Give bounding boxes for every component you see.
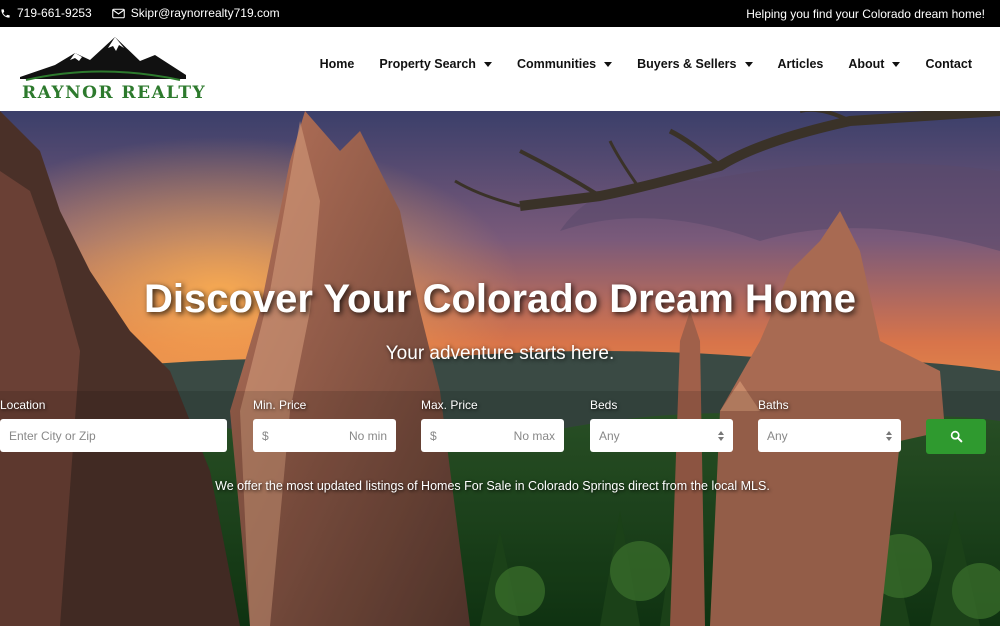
hero-title: Discover Your Colorado Dream Home	[143, 277, 857, 321]
select-arrows-icon	[718, 430, 724, 441]
select-arrows-icon	[886, 430, 892, 441]
hero-subtitle: Your adventure starts here.	[385, 343, 615, 364]
max-price-input[interactable]: $ No max	[421, 419, 564, 452]
caret-down-icon	[744, 61, 753, 67]
nav-home[interactable]: Home	[320, 57, 355, 71]
beds-select[interactable]: Any	[590, 419, 733, 452]
nav-label: About	[848, 57, 885, 71]
email-link[interactable]: Skipr@raynorrealty719.com	[111, 6, 280, 20]
max-price-placeholder: No max	[513, 428, 555, 443]
nav-property-search[interactable]: Property Search	[379, 57, 492, 71]
tagline: Helping you find your Colorado dream hom…	[746, 7, 985, 21]
min-price-placeholder: No min	[348, 428, 387, 443]
nav-about[interactable]: About	[848, 57, 901, 71]
phone-link[interactable]: 719-661-9253	[0, 6, 92, 20]
search-button[interactable]	[926, 419, 986, 454]
dollar-prefix: $	[262, 428, 269, 443]
logo-text: RAYNOR REALTY	[22, 83, 207, 103]
beds-label: Beds	[590, 398, 618, 412]
caret-down-icon	[483, 61, 492, 67]
hero-background-image	[0, 111, 1000, 626]
caret-down-icon	[604, 61, 613, 67]
phone-icon	[1, 8, 10, 18]
nav-label: Communities	[516, 57, 597, 71]
baths-value: Any	[767, 428, 788, 443]
phone-number: 719-661-9253	[17, 6, 92, 20]
nav-buyers-sellers[interactable]: Buyers & Sellers	[637, 57, 753, 71]
min-price-label: Min. Price	[253, 398, 307, 412]
caret-down-icon	[892, 61, 901, 67]
top-contact-bar: 719-661-9253 Skipr@raynorrealty719.com H…	[0, 0, 1000, 27]
email-address: Skipr@raynorrealty719.com	[130, 6, 280, 20]
baths-label: Baths	[758, 398, 789, 412]
site-header: RAYNOR REALTY Home Property Search Commu…	[0, 27, 1000, 111]
hero-section: Discover Your Colorado Dream Home Your a…	[0, 111, 1000, 626]
nav-contact[interactable]: Contact	[925, 57, 972, 71]
max-price-label: Max. Price	[421, 398, 478, 412]
nav-label: Articles	[777, 57, 824, 71]
search-icon	[950, 430, 962, 443]
listings-note: We offer the most updated listings of Ho…	[215, 479, 770, 493]
nav-communities[interactable]: Communities	[516, 57, 613, 71]
location-placeholder: Enter City or Zip	[9, 428, 96, 443]
nav-articles[interactable]: Articles	[778, 57, 824, 71]
min-price-input[interactable]: $ No min	[253, 419, 396, 452]
mountain-logo-icon	[20, 37, 186, 81]
nav-label: Home	[319, 57, 355, 71]
contact-info: 719-661-9253 Skipr@raynorrealty719.com	[0, 6, 300, 20]
beds-value: Any	[599, 428, 620, 443]
location-input[interactable]: Enter City or Zip	[0, 419, 227, 452]
location-label: Location	[0, 398, 46, 412]
nav-label: Property Search	[379, 57, 476, 71]
baths-select[interactable]: Any	[758, 419, 901, 452]
main-navigation: Home Property Search Communities Buyers …	[295, 57, 972, 71]
envelope-icon	[111, 8, 125, 18]
nav-label: Contact	[925, 57, 972, 71]
raynor-realty-logo[interactable]: RAYNOR REALTY	[20, 33, 205, 105]
dollar-prefix: $	[430, 428, 437, 443]
nav-label: Buyers & Sellers	[637, 57, 737, 71]
